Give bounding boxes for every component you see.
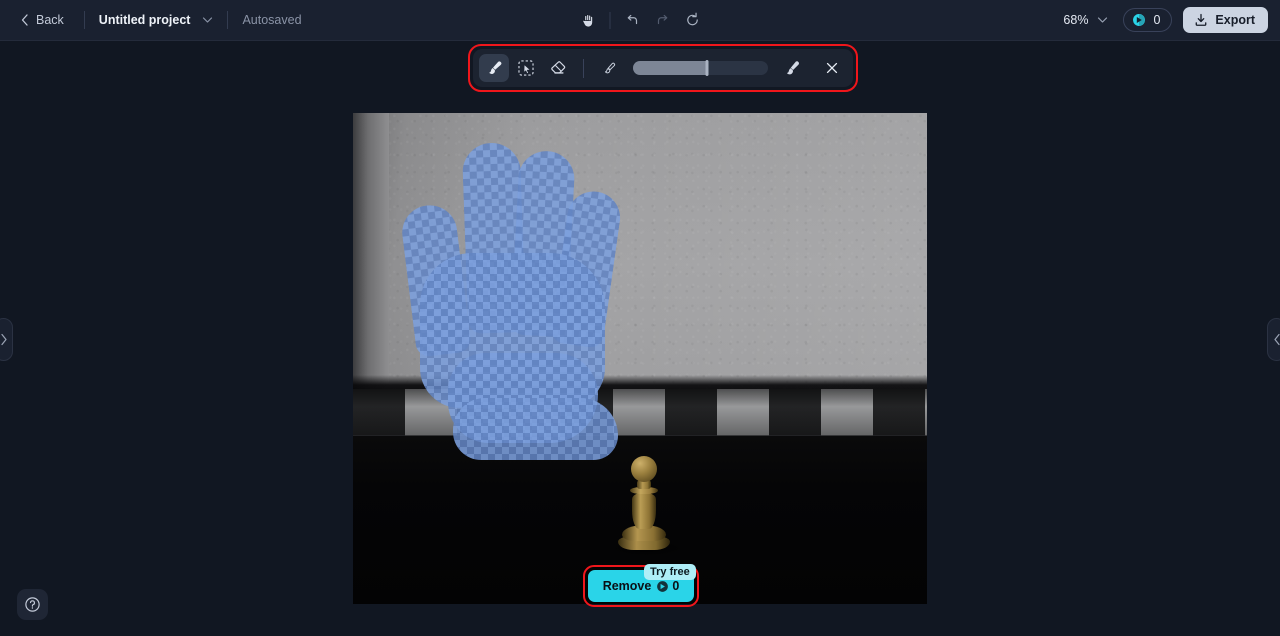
credit-coin-icon bbox=[1132, 13, 1146, 27]
selection-mask-layer bbox=[353, 113, 927, 604]
remove-cost-group: 0 bbox=[656, 579, 679, 593]
project-title[interactable]: Untitled project bbox=[99, 13, 191, 27]
chevron-left-icon bbox=[20, 14, 30, 26]
credits-badge[interactable]: 0 bbox=[1123, 8, 1173, 32]
canvas-area: Remove 0 Try free bbox=[0, 41, 1280, 636]
credits-count: 0 bbox=[1153, 13, 1161, 27]
header-divider-1 bbox=[83, 11, 85, 29]
close-icon bbox=[826, 62, 838, 74]
zoom-control[interactable]: 68% bbox=[1059, 10, 1112, 30]
brush-size-slider-handle[interactable] bbox=[705, 60, 709, 76]
header-right-group: 68% 0 Export bbox=[1059, 0, 1268, 40]
eraser-tool[interactable] bbox=[543, 54, 573, 82]
brush-tool[interactable] bbox=[479, 54, 509, 82]
brush-toolbar bbox=[473, 49, 853, 87]
header-center-divider bbox=[609, 11, 611, 29]
reset-button[interactable] bbox=[678, 6, 708, 34]
credit-coin-icon bbox=[656, 580, 669, 593]
chevron-right-icon bbox=[0, 333, 7, 346]
small-brush-icon bbox=[594, 54, 624, 82]
editor-image-canvas[interactable] bbox=[353, 113, 927, 604]
brush-size-slider-fill bbox=[633, 61, 708, 75]
pan-hand-tool[interactable] bbox=[573, 6, 603, 34]
close-toolbar-button[interactable] bbox=[817, 54, 847, 82]
help-icon bbox=[25, 597, 40, 612]
header-center-group bbox=[573, 0, 708, 40]
remove-cost-value: 0 bbox=[672, 579, 680, 593]
undo-button[interactable] bbox=[618, 6, 648, 34]
project-menu-chevron-down-icon[interactable] bbox=[202, 16, 213, 24]
try-free-badge[interactable]: Try free bbox=[644, 564, 696, 580]
back-button[interactable]: Back bbox=[14, 9, 70, 31]
export-button[interactable]: Export bbox=[1183, 7, 1268, 33]
left-panel-toggle[interactable] bbox=[0, 318, 13, 361]
back-button-label: Back bbox=[36, 13, 64, 27]
chevron-left-icon bbox=[1273, 333, 1280, 346]
toolbar-divider bbox=[583, 58, 584, 78]
header-left-group: Back Untitled project Autosaved bbox=[0, 0, 302, 40]
header-divider-2 bbox=[227, 11, 229, 29]
zoom-level-value: 68% bbox=[1063, 13, 1089, 27]
brush-size-slider[interactable] bbox=[633, 60, 768, 76]
toolbar-highlight-box bbox=[468, 44, 858, 92]
redo-button[interactable] bbox=[648, 6, 678, 34]
app-header: Back Untitled project Autosaved 68% 0 Ex… bbox=[0, 0, 1280, 41]
help-button[interactable] bbox=[17, 589, 48, 620]
mask-base bbox=[453, 398, 618, 460]
download-icon bbox=[1194, 13, 1208, 27]
zoom-chevron-down-icon bbox=[1097, 16, 1108, 24]
remove-highlight-box: Remove 0 Try free bbox=[583, 564, 699, 607]
select-object-tool[interactable] bbox=[511, 54, 541, 82]
large-brush-icon bbox=[777, 54, 807, 82]
remove-button[interactable]: Remove 0 Try free bbox=[588, 564, 696, 602]
right-panel-toggle[interactable] bbox=[1267, 318, 1280, 361]
remove-button-label: Remove bbox=[602, 579, 652, 593]
autosaved-status: Autosaved bbox=[242, 13, 302, 27]
export-button-label: Export bbox=[1215, 13, 1255, 27]
